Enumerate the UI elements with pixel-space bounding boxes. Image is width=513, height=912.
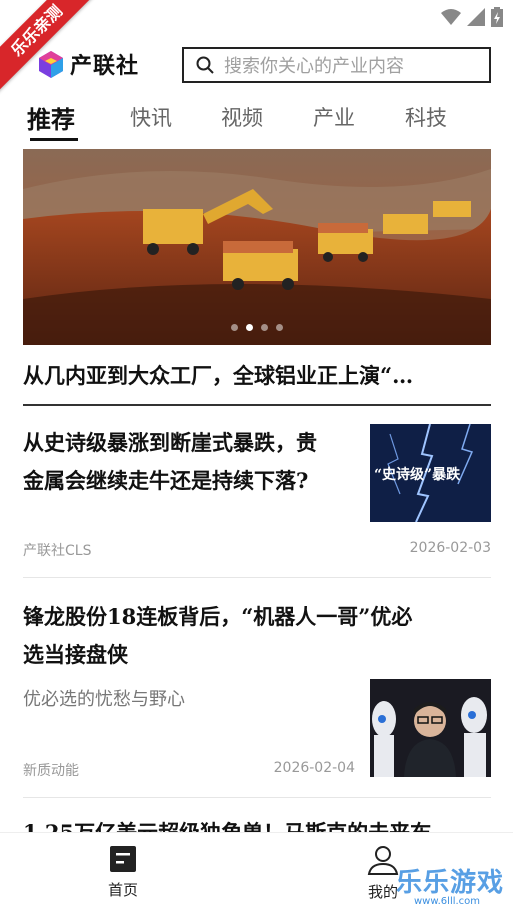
article-title-line: 从史诗级暴涨到断崖式暴跌，贵: [23, 430, 317, 455]
article-title[interactable]: 锋龙股份18连板背后，“机器人一哥”优必 选当接盘侠: [23, 598, 491, 674]
carousel-dots: [23, 324, 491, 331]
watermark-url: www.6lll.com: [414, 896, 481, 907]
banner-divider: [23, 404, 491, 406]
tab-industry[interactable]: 产业: [313, 102, 355, 132]
nav-profile[interactable]: 我的: [367, 845, 399, 902]
article-title-line: 选当接盘侠: [23, 642, 128, 667]
search-icon: [196, 56, 214, 74]
app-logo: 产联社: [36, 48, 139, 80]
app-header: 产联社 搜索你关心的产业内容: [0, 44, 513, 88]
tab-recommend[interactable]: 推荐: [27, 100, 75, 135]
article-source: 新质动能: [23, 763, 79, 779]
category-tabs: 推荐 快讯 视频 产业 科技: [0, 100, 513, 146]
search-input[interactable]: 搜索你关心的产业内容: [182, 47, 491, 83]
article-subtitle: 优必选的忧愁与野心: [23, 689, 185, 710]
article-title-line: 锋龙股份18连板背后，“机器人一哥”优必: [23, 604, 413, 629]
hero-banner[interactable]: [23, 149, 491, 345]
article-source: 产联社CLS: [23, 543, 92, 559]
signal-icon: [467, 8, 485, 26]
battery-icon: [491, 7, 503, 27]
article-date: 2026-02-03: [409, 540, 491, 556]
article-divider: [23, 797, 491, 798]
article-divider: [23, 577, 491, 578]
carousel-dot-active[interactable]: [246, 324, 253, 331]
tab-tech[interactable]: 科技: [405, 102, 447, 132]
carousel-dot[interactable]: [276, 324, 283, 331]
watermark-text: 乐乐游戏: [396, 868, 505, 898]
logo-text: 产联社: [70, 53, 140, 79]
robot-person-image: [370, 679, 491, 777]
article-thumbnail[interactable]: “史诗级”暴跌: [370, 424, 491, 522]
carousel-dot[interactable]: [231, 324, 238, 331]
profile-icon: [367, 846, 399, 875]
article-title-line: 金属会继续走牛还是持续下落?: [23, 468, 309, 493]
article-date: 2026-02-04: [273, 760, 355, 776]
banner-image: [23, 149, 491, 345]
logo-cube-icon: [39, 51, 63, 78]
search-placeholder: 搜索你关心的产业内容: [224, 56, 404, 77]
banner-title[interactable]: 从几内亚到大众工厂，全球铝业正上演“…: [23, 360, 491, 390]
nav-label: 我的: [367, 883, 398, 901]
thumbnail-caption: “史诗级”暴跌: [374, 467, 461, 483]
carousel-dot[interactable]: [261, 324, 268, 331]
nav-label: 首页: [108, 881, 139, 899]
article-title[interactable]: 从史诗级暴涨到断崖式暴跌，贵 金属会继续走牛还是持续下落?: [23, 424, 363, 500]
article-thumbnail[interactable]: [370, 679, 491, 777]
status-icons: [441, 7, 503, 27]
tab-flash[interactable]: 快讯: [130, 102, 172, 132]
home-doc-icon: [110, 846, 136, 872]
nav-home[interactable]: 首页: [108, 845, 138, 900]
wifi-icon: [441, 9, 461, 25]
tab-video[interactable]: 视频: [221, 102, 263, 132]
active-tab-indicator: [30, 138, 78, 141]
